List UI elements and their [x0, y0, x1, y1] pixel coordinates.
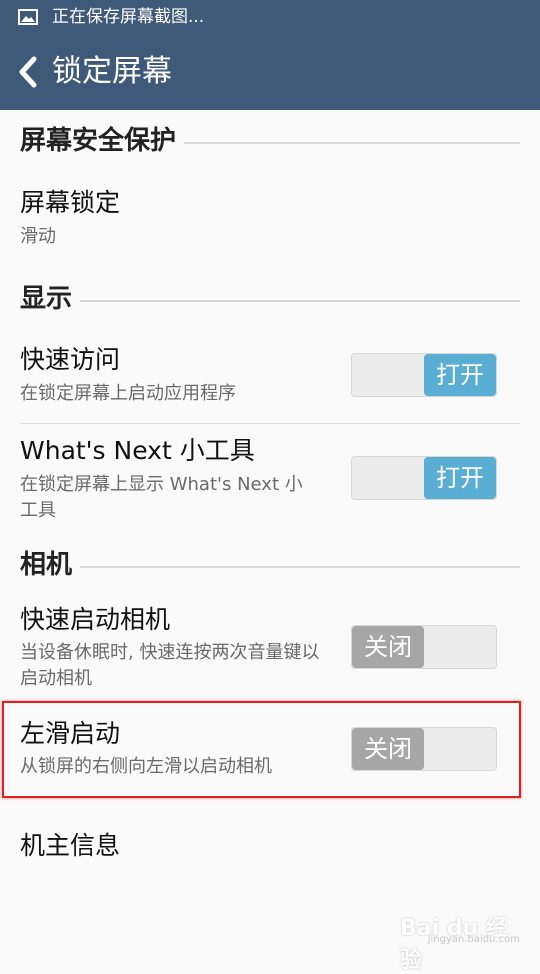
toggle-thumb: 打开 [424, 457, 496, 499]
page-title: 锁定屏幕 [52, 54, 172, 89]
highlight-box [2, 701, 521, 798]
quick-access-toggle[interactable]: 打开 [351, 353, 497, 397]
image-icon [18, 9, 38, 25]
section-label: 相机 [20, 548, 81, 582]
action-bar: 锁定屏幕 [0, 34, 540, 110]
chevron-left-icon[interactable] [14, 54, 44, 90]
whats-next-toggle[interactable]: 打开 [351, 456, 497, 500]
toggle-thumb: 关闭 [352, 626, 424, 668]
setting-summary: 在锁定屏幕上启动应用程序 [20, 383, 236, 404]
setting-summary: 当设备休眠时, 快速连按两次音量键以启动相机 [20, 642, 320, 689]
status-bar: 正在保存屏幕截图... [0, 0, 540, 34]
setting-quick-camera[interactable]: 快速启动相机 当设备休眠时, 快速连按两次音量键以启动相机 关闭 [0, 600, 540, 700]
status-text: 正在保存屏幕截图... [52, 7, 205, 27]
section-divider [20, 566, 520, 568]
setting-quick-access[interactable]: 快速访问 在锁定屏幕上启动应用程序 打开 [0, 340, 540, 424]
section-label: 显示 [20, 282, 81, 316]
setting-title: 快速启动相机 [20, 605, 171, 634]
section-header-camera: 相机 [20, 548, 520, 582]
section-label: 屏幕安全保护 [20, 124, 185, 158]
setting-summary: 在锁定屏幕上显示 What's Next 小工具 [20, 474, 303, 521]
setting-summary: 滑动 [20, 226, 56, 247]
setting-owner-info[interactable]: 机主信息 [0, 826, 540, 876]
section-header-display: 显示 [20, 282, 520, 316]
quick-camera-toggle[interactable]: 关闭 [351, 625, 497, 669]
setting-screen-lock[interactable]: 屏幕锁定 滑动 [0, 182, 540, 262]
watermark: Bai du 经验 jingyan.baidu.com [400, 910, 520, 973]
watermark-url: jingyan.baidu.com [427, 934, 520, 945]
section-divider [20, 300, 520, 302]
section-header-security: 屏幕安全保护 [20, 124, 520, 158]
setting-title: 快速访问 [20, 345, 121, 374]
setting-whats-next[interactable]: What's Next 小工具 在锁定屏幕上显示 What's Next 小工具… [0, 430, 540, 530]
setting-title: What's Next 小工具 [20, 436, 255, 465]
list-divider [20, 423, 520, 424]
setting-title: 机主信息 [20, 831, 121, 860]
toggle-thumb: 打开 [424, 354, 496, 396]
setting-title: 屏幕锁定 [20, 188, 121, 217]
